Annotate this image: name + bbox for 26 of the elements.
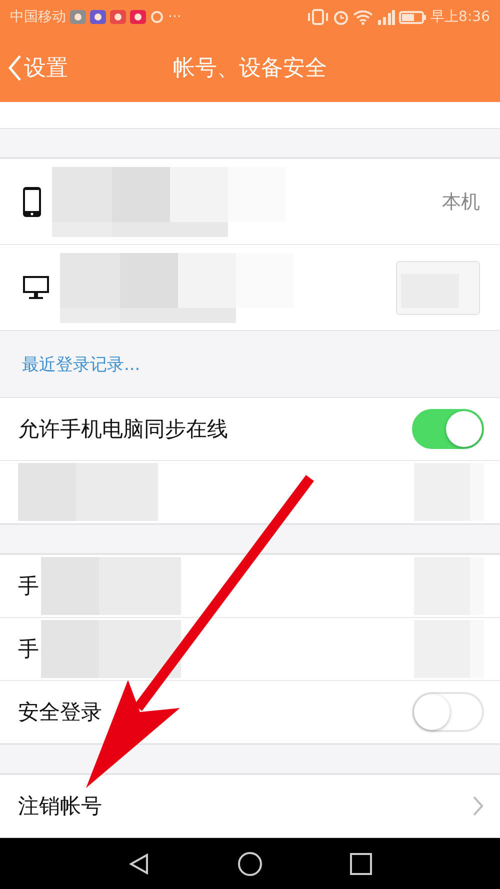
wifi-icon	[352, 9, 373, 25]
carrier-name: 中国移动	[10, 8, 66, 26]
device-note: 本机	[442, 190, 480, 214]
setting-label: 手	[18, 636, 39, 663]
phone-icon	[22, 186, 42, 218]
signal-icon	[376, 9, 395, 25]
location-icon	[150, 9, 164, 25]
back-button[interactable]: 设置	[8, 53, 68, 83]
setting-label: 安全登录	[18, 699, 102, 726]
chevron-right-icon	[472, 795, 484, 817]
recent-login-link[interactable]: 最近登录记录...	[22, 352, 140, 376]
alarm-icon	[332, 9, 349, 25]
toggle-switch[interactable]	[412, 409, 484, 449]
setting-label: 注销帐号	[18, 793, 102, 820]
back-chevron-icon	[8, 54, 22, 82]
toggle-switch[interactable]	[412, 692, 484, 732]
more-notifications: ···	[168, 9, 182, 25]
home-icon[interactable]	[237, 850, 263, 876]
vibrate-icon	[306, 9, 329, 25]
back-icon[interactable]	[127, 852, 151, 876]
setting-label: 允许手机电脑同步在线	[18, 416, 228, 443]
recent-apps-icon[interactable]	[349, 852, 373, 876]
page-title: 帐号、设备安全	[173, 55, 327, 83]
setting-label: 手	[18, 573, 39, 600]
clock-time: 早上8:36	[430, 8, 490, 26]
battery-icon	[398, 9, 427, 25]
